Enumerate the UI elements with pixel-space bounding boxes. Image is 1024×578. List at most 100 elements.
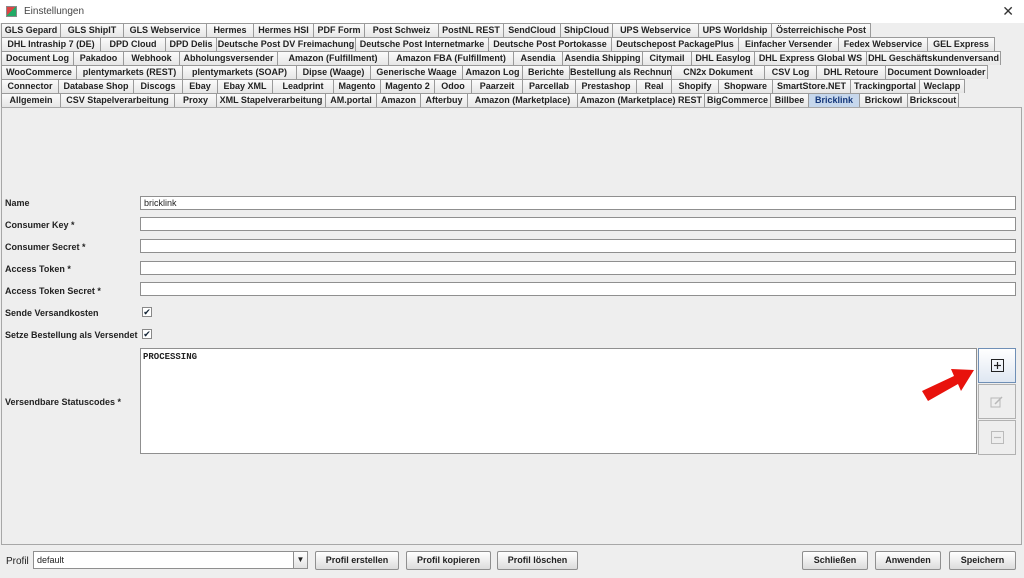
tab-prestashop[interactable]: Prestashop <box>575 79 637 93</box>
send-shipping-checkbox[interactable]: ✔ <box>142 307 152 317</box>
tab-fedex-webservice[interactable]: Fedex Webservice <box>838 37 928 51</box>
tab-brickscout[interactable]: Brickscout <box>907 93 959 107</box>
tab-discogs[interactable]: Discogs <box>133 79 183 93</box>
copy-profile-button[interactable]: Profil kopieren <box>406 551 491 570</box>
tab-dipse-waage[interactable]: Dipse (Waage) <box>296 65 371 79</box>
tab-dhl-retoure[interactable]: DHL Retoure <box>816 65 886 79</box>
tab-amazon[interactable]: Amazon <box>376 93 421 107</box>
tab-brickowl[interactable]: Brickowl <box>859 93 908 107</box>
tab-billbee[interactable]: Billbee <box>770 93 809 107</box>
save-button[interactable]: Speichern <box>949 551 1016 570</box>
tab-shopify[interactable]: Shopify <box>671 79 719 93</box>
tab-gls-gepard[interactable]: GLS Gepard <box>1 23 61 37</box>
tab-bestellung-als-rechnung[interactable]: Bestellung als Rechnung <box>569 65 672 79</box>
create-profile-button[interactable]: Profil erstellen <box>315 551 399 570</box>
tab-bigcommerce[interactable]: BigCommerce <box>704 93 771 107</box>
tab-parcellab[interactable]: Parcellab <box>522 79 576 93</box>
tab-proxy[interactable]: Proxy <box>174 93 217 107</box>
tab-gls-webservice[interactable]: GLS Webservice <box>123 23 207 37</box>
tab-citymail[interactable]: Citymail <box>642 51 692 65</box>
tab-smartstore-net[interactable]: SmartStore.NET <box>772 79 851 93</box>
tab-afterbuy[interactable]: Afterbuy <box>420 93 468 107</box>
tab-pakadoo[interactable]: Pakadoo <box>73 51 124 65</box>
tab-shopware[interactable]: Shopware <box>718 79 773 93</box>
tab-am-portal[interactable]: AM.portal <box>325 93 377 107</box>
tab-odoo[interactable]: Odoo <box>434 79 472 93</box>
tab-abholungsversender[interactable]: Abholungsversender <box>179 51 278 65</box>
tab-magento-2[interactable]: Magento 2 <box>380 79 435 93</box>
set-order-shipped-checkbox[interactable]: ✔ <box>142 329 152 339</box>
tab-hermes-hsi[interactable]: Hermes HSI <box>253 23 314 37</box>
tab-amazon-fulfillment[interactable]: Amazon (Fulfillment) <box>277 51 389 65</box>
chevron-down-icon[interactable]: ▼ <box>293 552 307 568</box>
access-token-secret-field[interactable] <box>140 282 1016 296</box>
tab-paarzeit[interactable]: Paarzeit <box>471 79 523 93</box>
tab-sendcloud[interactable]: SendCloud <box>503 23 561 37</box>
tab-leadprint[interactable]: Leadprint <box>272 79 334 93</box>
tab-amazon-log[interactable]: Amazon Log <box>462 65 523 79</box>
tab-woocommerce[interactable]: WooCommerce <box>1 65 77 79</box>
tab-document-downloader[interactable]: Document Downloader <box>885 65 988 79</box>
status-codes-list[interactable]: PROCESSING <box>140 348 977 454</box>
close-icon[interactable]: ✕ <box>1002 3 1014 19</box>
tab-generische-waage[interactable]: Generische Waage <box>370 65 463 79</box>
tab-dpd-cloud[interactable]: DPD Cloud <box>100 37 166 51</box>
tab-real[interactable]: Real <box>636 79 672 93</box>
tab-dpd-delis[interactable]: DPD Delis <box>165 37 217 51</box>
close-button[interactable]: Schließen <box>802 551 868 570</box>
list-item[interactable]: PROCESSING <box>143 352 197 362</box>
tab-einfacher-versender[interactable]: Einfacher Versender <box>738 37 839 51</box>
tab-ups-worldship[interactable]: UPS Worldship <box>698 23 772 37</box>
tab-ebay-xml[interactable]: Ebay XML <box>217 79 273 93</box>
tab-pdf-form[interactable]: PDF Form <box>313 23 365 37</box>
tab-österreichische-post[interactable]: Österreichische Post <box>771 23 871 37</box>
tab-dhl-express-global-ws[interactable]: DHL Express Global WS <box>754 51 867 65</box>
tab-deutschepost-packageplus[interactable]: Deutschepost PackagePlus <box>611 37 739 51</box>
tab-cn2x-dokument[interactable]: CN2x Dokument <box>671 65 765 79</box>
tab-asendia[interactable]: Asendia <box>513 51 563 65</box>
tab-post-schweiz[interactable]: Post Schweiz <box>364 23 439 37</box>
tab-csv-stapelverarbeitung[interactable]: CSV Stapelverarbeitung <box>60 93 175 107</box>
delete-profile-button[interactable]: Profil löschen <box>497 551 578 570</box>
tab-xml-stapelverarbeitung[interactable]: XML Stapelverarbeitung <box>216 93 326 107</box>
tab-dhl-easylog[interactable]: DHL Easylog <box>691 51 755 65</box>
tab-hermes[interactable]: Hermes <box>206 23 254 37</box>
tab-trackingportal[interactable]: Trackingportal <box>850 79 920 93</box>
tab-plentymarkets-soap[interactable]: plentymarkets (SOAP) <box>182 65 297 79</box>
tab-gls-shipit[interactable]: GLS ShipIT <box>60 23 124 37</box>
apply-button[interactable]: Anwenden <box>875 551 941 570</box>
tab-asendia-shipping[interactable]: Asendia Shipping <box>562 51 643 65</box>
tab-ups-webservice[interactable]: UPS Webservice <box>612 23 699 37</box>
tab-webhook[interactable]: Webhook <box>123 51 180 65</box>
tab-weclapp[interactable]: Weclapp <box>919 79 965 93</box>
tab-plentymarkets-rest[interactable]: plentymarkets (REST) <box>76 65 183 79</box>
tab-database-shop[interactable]: Database Shop <box>58 79 134 93</box>
tab-gel-express[interactable]: GEL Express <box>927 37 995 51</box>
add-status-button[interactable] <box>978 348 1016 383</box>
name-field[interactable]: bricklink <box>140 196 1016 210</box>
tab-amazon-marketplace[interactable]: Amazon (Marketplace) <box>467 93 578 107</box>
remove-status-button[interactable] <box>978 420 1016 455</box>
edit-status-button[interactable] <box>978 384 1016 419</box>
tab-magento[interactable]: Magento <box>333 79 381 93</box>
profil-select[interactable]: default ▼ <box>33 551 308 569</box>
tab-connector[interactable]: Connector <box>1 79 59 93</box>
tab-dhl-geschäftskundenversand[interactable]: DHL Geschäftskundenversand <box>866 51 1001 65</box>
tab-deutsche-post-dv-freimachung[interactable]: Deutsche Post DV Freimachung <box>216 37 356 51</box>
tab-dhl-intraship-7-de[interactable]: DHL Intraship 7 (DE) <box>1 37 101 51</box>
tab-deutsche-post-portokasse[interactable]: Deutsche Post Portokasse <box>488 37 612 51</box>
tab-postnl-rest[interactable]: PostNL REST <box>438 23 504 37</box>
tab-allgemein[interactable]: Allgemein <box>1 93 61 107</box>
tab-amazon-fba-fulfillment[interactable]: Amazon FBA (Fulfillment) <box>388 51 514 65</box>
access-token-field[interactable] <box>140 261 1016 275</box>
tab-ebay[interactable]: Ebay <box>182 79 218 93</box>
tab-csv-log[interactable]: CSV Log <box>764 65 817 79</box>
tab-deutsche-post-internetmarke[interactable]: Deutsche Post Internetmarke <box>355 37 489 51</box>
consumer-key-field[interactable] <box>140 217 1016 231</box>
consumer-secret-field[interactable] <box>140 239 1016 253</box>
tab-shipcloud[interactable]: ShipCloud <box>560 23 613 37</box>
tab-amazon-marketplace-rest[interactable]: Amazon (Marketplace) REST <box>577 93 705 107</box>
tab-berichte[interactable]: Berichte <box>522 65 570 79</box>
tab-bricklink[interactable]: Bricklink <box>808 93 860 107</box>
tab-document-log[interactable]: Document Log <box>1 51 74 65</box>
